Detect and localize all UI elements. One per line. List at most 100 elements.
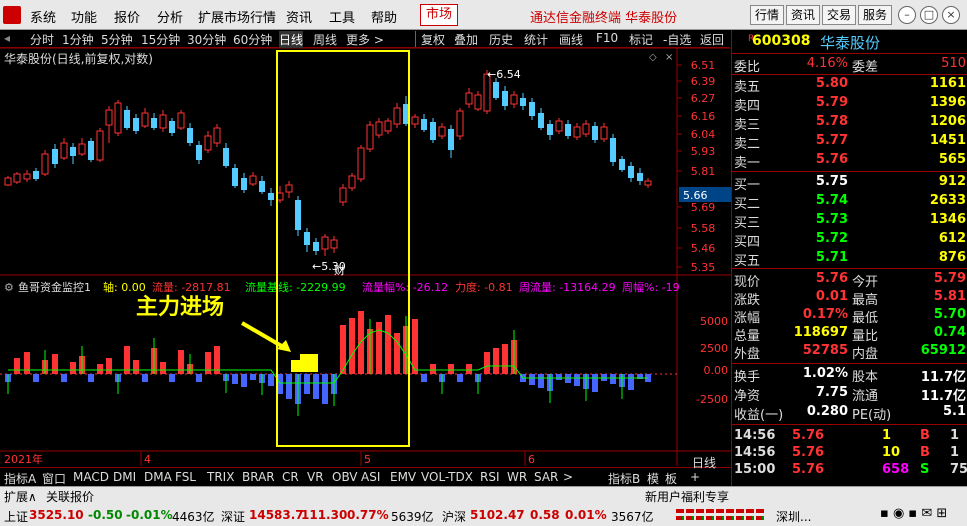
indicator-tab[interactable]: 窗口 [42, 470, 66, 487]
menu-function[interactable]: 功能 [71, 7, 97, 26]
indicator-tab[interactable]: VOL-TDX [421, 470, 473, 484]
candle-body [133, 118, 139, 131]
orderbook-row[interactable]: 买四 5.72 612 [732, 231, 967, 250]
tool-overlay[interactable]: 叠加 [454, 31, 478, 48]
tool-watchlist[interactable]: -自选 [663, 31, 691, 48]
flow-bar [61, 374, 67, 382]
orderbook-row[interactable]: 卖四 5.79 1396 [732, 95, 967, 114]
period-5min[interactable]: 5分钟 [101, 31, 133, 48]
menu-analysis[interactable]: 分析 [157, 7, 183, 26]
tool-mark[interactable]: 标记 [629, 31, 653, 48]
candle-body [13, 173, 21, 183]
indicator-tab[interactable]: + [690, 470, 700, 484]
indicator-tab[interactable]: 指标B [608, 470, 640, 487]
orderbook-row[interactable]: 买二 5.74 2633 [732, 193, 967, 212]
tool-history[interactable]: 历史 [489, 31, 513, 48]
hs-index-label: 沪深 [442, 510, 467, 524]
indicator-tab[interactable]: > [563, 470, 573, 484]
period-fenshi[interactable]: 分时 [30, 31, 54, 48]
stat-row: 换手 1.02% 股本 11.7亿 [734, 366, 966, 385]
period-30min[interactable]: 30分钟 [187, 31, 226, 48]
indicator-tab[interactable]: 板 [665, 470, 677, 487]
orderbook-row[interactable]: 买五 5.71 876 [732, 250, 967, 269]
orderbook-row[interactable]: 买三 5.73 1346 [732, 212, 967, 231]
period-more[interactable]: 更多 > [346, 31, 384, 48]
tool-draw[interactable]: 画线 [559, 31, 583, 48]
tool-back[interactable]: 返回 [700, 31, 724, 48]
candle-body [573, 126, 581, 138]
tool-fuquan[interactable]: 复权 [421, 31, 445, 48]
candle-body [78, 143, 86, 155]
menu-news[interactable]: 资讯 [286, 7, 312, 26]
indicator-value: 轴: 0.00 [103, 280, 146, 294]
period-toolbar: ◂ 分时 1分钟 5分钟 15分钟 30分钟 60分钟 日线 周线 更多 > 复… [0, 30, 730, 48]
indicator-tab[interactable]: WR [507, 470, 527, 484]
candle-body [348, 175, 356, 189]
market-button[interactable]: 市场 [420, 4, 458, 26]
orderbook-row[interactable]: 买一 5.75 912 [732, 174, 967, 193]
menu-extended-market[interactable]: 扩展市场行情 [198, 7, 276, 26]
promo-link[interactable]: 新用户福利专享 [645, 488, 729, 505]
tool-f10[interactable]: F10 [596, 31, 618, 45]
indicator-tab[interactable]: ASI [361, 470, 380, 484]
indicator-tab[interactable]: SAR [534, 470, 558, 484]
minimize-icon[interactable]: – [898, 6, 916, 24]
maximize-icon[interactable]: □ [920, 6, 938, 24]
tray-icons[interactable]: ▪ ◉ ▪ ✉ ⊞ [880, 506, 947, 521]
flow-bar [14, 358, 20, 374]
menu-help[interactable]: 帮助 [371, 7, 397, 26]
linked-quote-button[interactable]: 关联报价 [46, 488, 94, 505]
orderbook-row[interactable]: 卖五 5.80 1161 [732, 76, 967, 95]
tick-row: 14:56 5.76 1 B 1 [734, 428, 960, 443]
hs-index-value: 5102.47 [470, 508, 525, 522]
orderbook-row[interactable]: 卖一 5.76 565 [732, 152, 967, 171]
period-weekly[interactable]: 周线 [313, 31, 337, 48]
settings-icon: ◇ [649, 52, 657, 63]
price-tick: 6.27 [691, 92, 716, 105]
tool-stats[interactable]: 统计 [524, 31, 548, 48]
price-tick: 5.58 [691, 222, 716, 235]
close-icon[interactable]: × [942, 6, 960, 24]
indicator-tab[interactable]: DMI [113, 470, 136, 484]
expand-button[interactable]: 扩展∧ [4, 488, 37, 505]
indicator-tab[interactable]: TRIX [207, 470, 234, 484]
indicator-tab[interactable]: 指标A [4, 470, 36, 487]
menu-tools[interactable]: 工具 [329, 7, 355, 26]
trade-button[interactable]: 交易 [822, 5, 857, 25]
period-1min[interactable]: 1分钟 [62, 31, 94, 48]
period-60min[interactable]: 60分钟 [233, 31, 272, 48]
candle-body [600, 126, 608, 140]
flow-bar [88, 374, 94, 382]
period-daily[interactable]: 日线 [279, 31, 304, 48]
indicator-tab[interactable]: 模 [647, 470, 659, 487]
menu-system[interactable]: 系统 [30, 7, 56, 26]
candle-body [33, 171, 39, 179]
quote-button[interactable]: 行情 [750, 5, 785, 25]
price-tick: 5.81 [691, 165, 716, 178]
indicator-tab[interactable]: RSI [480, 470, 500, 484]
indicator-tab[interactable]: CR [282, 470, 299, 484]
collapse-icon[interactable]: ◂ [4, 31, 10, 45]
kline-chart[interactable]: 6.51 6.39 6.27 6.16 6.04 5.93 5.81 5.69 5.58 5.46… [0, 48, 731, 466]
indicator-tab[interactable]: FSL [175, 470, 196, 484]
period-15min[interactable]: 15分钟 [141, 31, 180, 48]
menu-quote[interactable]: 报价 [114, 7, 140, 26]
indicator-tab[interactable]: EMV [390, 470, 416, 484]
orderbook-row[interactable]: 卖二 5.77 1451 [732, 133, 967, 152]
status-bar: 扩展∧ 关联报价 上证 3525.10 -0.50 -0.01% 4463亿 深… [0, 486, 967, 526]
candle-body [70, 147, 76, 156]
orderbook-row[interactable]: 卖三 5.78 1206 [732, 114, 967, 133]
indicator-tab[interactable]: BRAR [242, 470, 275, 484]
indicator-tab[interactable]: MACD [73, 470, 109, 484]
candle-body [268, 193, 274, 200]
indicator-tab[interactable]: VR [307, 470, 324, 484]
service-button[interactable]: 服务 [858, 5, 893, 25]
tick-row: 15:00 5.76 658 S 75 [734, 462, 967, 477]
candle-body [105, 109, 113, 126]
indicator-tab[interactable]: OBV [332, 470, 358, 484]
hs-index-change: 0.58 [530, 508, 560, 522]
news-button[interactable]: 资讯 [786, 5, 821, 25]
candle-body [241, 178, 247, 190]
indicator-tick: 0.00 [704, 364, 729, 377]
indicator-tab[interactable]: DMA [144, 470, 172, 484]
